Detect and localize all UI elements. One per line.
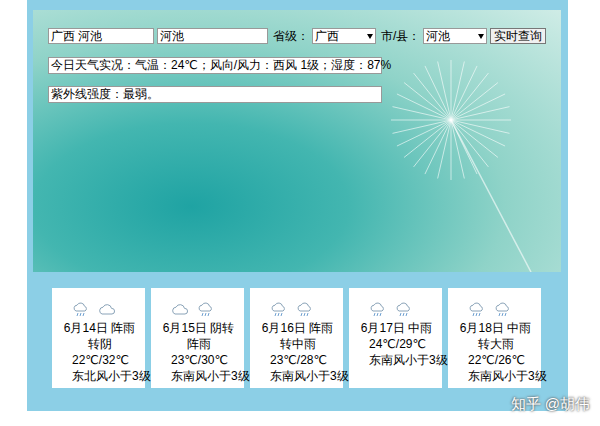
uv-index: 紫外线强度：最弱。 [48, 86, 382, 103]
rain-icon [296, 302, 314, 318]
rain-icon [494, 302, 512, 318]
rain-icon [197, 302, 215, 318]
dropdown-icon [478, 34, 484, 39]
cloud-icon [98, 302, 116, 318]
forecast-card: 6月16日 阵雨转中雨 23℃/28℃ 东南风小于3级 [250, 288, 343, 388]
wind: 东南风小于3级 [171, 368, 240, 384]
date-weather: 6月16日 阵雨转中雨 [256, 320, 339, 352]
city-label: 市/县： [381, 28, 420, 45]
dropdown-icon [367, 34, 373, 39]
banner: 广西 河池 河池 省级： 广西 市/县： 河池 实时查询 今日天气实况：气温：2… [33, 10, 561, 272]
current-weather: 今日天气实况：气温：24℃；风向/风力：西风 1级；湿度：87% [48, 57, 382, 74]
province-select[interactable]: 广西 [312, 28, 376, 44]
cloud-icon [171, 302, 189, 318]
wind: 东北风小于3级 [72, 368, 141, 384]
search-bar: 广西 河池 河池 省级： 广西 市/县： 河池 实时查询 [48, 28, 546, 44]
temperature: 22℃/32℃ [72, 352, 141, 368]
weather-icons [171, 302, 240, 318]
date-weather: 6月17日 中雨 [355, 320, 438, 336]
weather-icons [369, 302, 438, 318]
weather-icons [270, 302, 339, 318]
date-weather: 6月18日 中雨转大雨 [454, 320, 537, 352]
wind: 东南风小于3级 [369, 352, 438, 368]
temperature: 23℃/30℃ [171, 352, 240, 368]
city-select[interactable]: 河池 [423, 28, 487, 44]
rain-icon [72, 302, 90, 318]
page: 广西 河池 河池 省级： 广西 市/县： 河池 实时查询 今日天气实况：气温：2… [0, 0, 600, 426]
province-label: 省级： [273, 28, 309, 45]
weather-panel: 广西 河池 河池 省级： 广西 市/县： 河池 实时查询 今日天气实况：气温：2… [27, 0, 568, 411]
temperature: 22℃/26℃ [468, 352, 537, 368]
rain-icon [395, 302, 413, 318]
date-weather: 6月15日 阴转阵雨 [157, 320, 240, 352]
wind: 东南风小于3级 [468, 368, 537, 384]
rain-icon [468, 302, 486, 318]
forecast-card: 6月18日 中雨转大雨 22℃/26℃ 东南风小于3级 [448, 288, 541, 388]
location-input[interactable]: 广西 河池 [48, 28, 154, 44]
query-button[interactable]: 实时查询 [490, 28, 546, 44]
temperature: 23℃/28℃ [270, 352, 339, 368]
city-input[interactable]: 河池 [157, 28, 268, 44]
rain-icon [369, 302, 387, 318]
watermark: 知乎 @胡伟 [511, 395, 590, 414]
wind: 东南风小于3级 [270, 368, 339, 384]
weather-icons [468, 302, 537, 318]
weather-icons [72, 302, 141, 318]
forecast-card: 6月15日 阴转阵雨 23℃/30℃ 东南风小于3级 [151, 288, 244, 388]
temperature: 24℃/29℃ [369, 336, 438, 352]
forecast-list: 6月14日 阵雨转阴 22℃/32℃ 东北风小于3级 6月15日 阴转阵雨 23… [33, 272, 561, 388]
date-weather: 6月14日 阵雨转阴 [58, 320, 141, 352]
dandelion-photo [381, 10, 561, 272]
rain-icon [270, 302, 288, 318]
forecast-card: 6月14日 阵雨转阴 22℃/32℃ 东北风小于3级 [52, 288, 145, 388]
forecast-card: 6月17日 中雨 24℃/29℃ 东南风小于3级 [349, 288, 442, 388]
